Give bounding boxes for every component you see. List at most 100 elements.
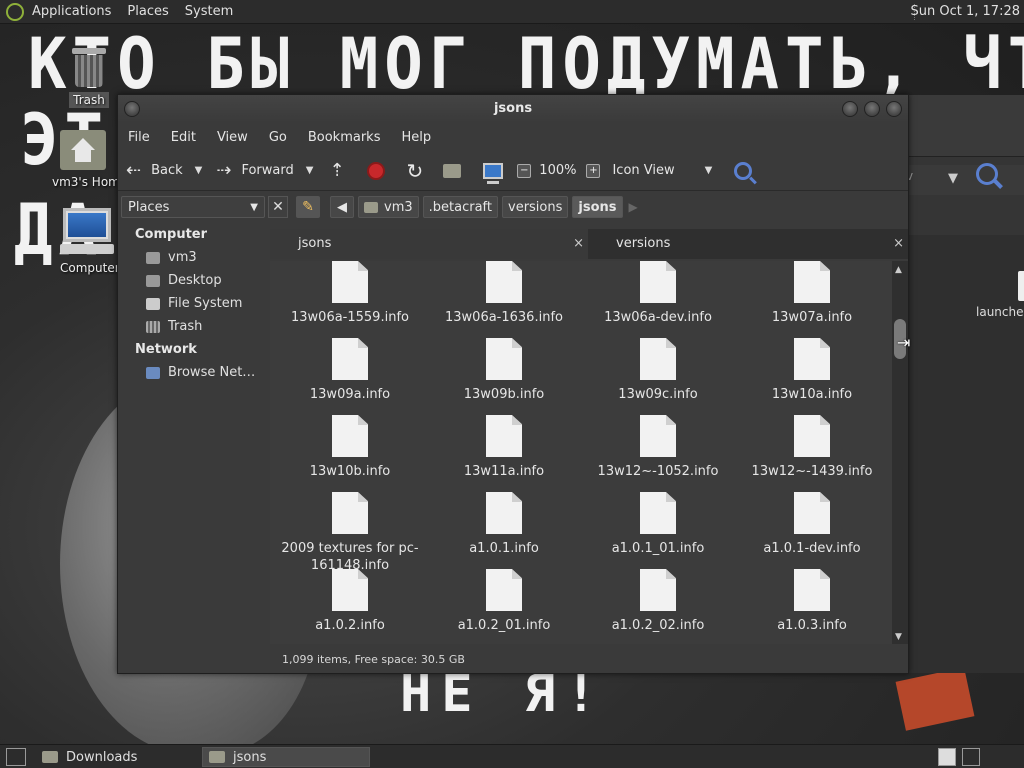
stop-icon[interactable] (366, 161, 385, 180)
workspace-2[interactable] (962, 748, 980, 766)
breadcrumb-scroll-right[interactable]: ▶ (629, 200, 638, 214)
places-menu[interactable]: Places (127, 4, 168, 19)
file-item[interactable]: 2009 textures for pc-161148.info (273, 492, 427, 574)
file-item[interactable]: 13w09a.info (273, 338, 427, 403)
close-icon[interactable]: × (893, 229, 904, 259)
document-icon (640, 492, 676, 534)
file-item[interactable]: a1.0.2.info (273, 569, 427, 634)
computer-icon[interactable] (483, 162, 504, 184)
reload-icon[interactable]: ↻ (407, 159, 424, 183)
window-body: Computer vm3 Desktop File System Trash N… (118, 223, 908, 673)
background-file-label[interactable]: launcher (976, 305, 1024, 319)
menu-bookmarks[interactable]: Bookmarks (308, 130, 381, 145)
document-icon (332, 415, 368, 457)
file-item[interactable]: 13w09b.info (427, 338, 581, 403)
breadcrumb-vm3[interactable]: vm3 (358, 196, 419, 218)
home-icon[interactable] (443, 163, 462, 178)
taskbar-item-label: jsons (233, 749, 267, 765)
sidebar-item-label: Desktop (168, 273, 222, 288)
file-item[interactable]: a1.0.2_02.info (581, 569, 735, 634)
forward-history-dropdown[interactable]: ▼ (306, 165, 314, 176)
zoom-out-icon[interactable]: − (517, 163, 532, 178)
menu-file[interactable]: File (128, 130, 150, 145)
file-item[interactable]: 13w10b.info (273, 415, 427, 480)
breadcrumb-label: vm3 (384, 199, 413, 215)
scroll-up-arrow[interactable]: ▲ (895, 265, 902, 275)
vertical-scrollbar[interactable]: ▲ ▼ (892, 261, 908, 644)
up-arrow-icon[interactable]: ⇡ (329, 160, 344, 181)
file-item[interactable]: a1.0.2_01.info (427, 569, 581, 634)
menu-go[interactable]: Go (269, 130, 287, 145)
desktop-icon-home[interactable]: vm3's Home (48, 130, 127, 190)
file-item[interactable]: a1.0.3.info (735, 569, 889, 634)
show-desktop-icon[interactable] (6, 748, 26, 766)
desktop-icon-computer[interactable]: Computer (56, 206, 120, 276)
desktop-icon-trash[interactable]: Trash (62, 46, 116, 108)
sidebar-item-vm3[interactable]: vm3 (118, 246, 268, 269)
window-titlebar[interactable]: jsons (118, 95, 908, 123)
tab-versions[interactable]: versions × (588, 229, 908, 259)
breadcrumb-versions[interactable]: versions (502, 196, 569, 218)
home-folder-icon (364, 201, 378, 213)
file-name: 13w12~-1052.info (597, 464, 719, 479)
sidebar-item-trash[interactable]: Trash (118, 315, 268, 338)
breadcrumb-scroll-left[interactable]: ◀ (330, 196, 354, 218)
tab-jsons[interactable]: jsons × (270, 229, 588, 259)
menu-view[interactable]: View (217, 130, 248, 145)
file-item[interactable]: 13w10a.info (735, 338, 889, 403)
file-item[interactable]: a1.0.1.info (427, 492, 581, 557)
distro-logo-icon[interactable] (6, 2, 24, 21)
sidebar-item-file-system[interactable]: File System (118, 292, 268, 315)
file-item[interactable]: 13w11a.info (427, 415, 581, 480)
file-item[interactable]: 13w06a-dev.info (581, 261, 735, 326)
sidebar-pane-select[interactable]: Places ▼ (121, 196, 265, 218)
applications-menu[interactable]: Applications (32, 4, 111, 19)
file-item[interactable]: 13w06a-1636.info (427, 261, 581, 326)
breadcrumb-jsons[interactable]: jsons (572, 196, 623, 218)
search-icon[interactable] (734, 161, 753, 180)
close-icon[interactable]: × (573, 229, 584, 259)
taskbar-item-downloads[interactable]: Downloads (36, 747, 200, 767)
back-history-dropdown[interactable]: ▼ (195, 165, 203, 176)
document-icon (794, 492, 830, 534)
background-view-mode-dropdown[interactable]: ▼ (948, 171, 958, 186)
view-mode-select[interactable]: Icon View (612, 163, 674, 178)
file-item[interactable]: a1.0.1_01.info (581, 492, 735, 557)
background-window[interactable]: v ▼ launcher (905, 95, 1024, 673)
toolbar: ⇠ Back ▼ ⇢ Forward ▼ ⇡ ↻ − 100% + Icon V… (118, 151, 908, 191)
clock[interactable]: Sun Oct 1, 17:28 (911, 4, 1020, 19)
minimize-button[interactable] (842, 101, 858, 117)
file-item[interactable]: 13w12~-1052.info (581, 415, 735, 480)
menu-help[interactable]: Help (401, 130, 431, 145)
file-item[interactable]: 13w12~-1439.info (735, 415, 889, 480)
window-menu-button[interactable] (124, 101, 140, 117)
forward-button[interactable]: ⇢ Forward (216, 160, 293, 181)
sidebar-item-browse-network[interactable]: Browse Net… (118, 361, 268, 384)
background-file-icon[interactable] (1018, 271, 1024, 301)
toggle-location-entry-button[interactable]: ✎ (296, 196, 320, 218)
back-button[interactable]: ⇠ Back (126, 160, 183, 181)
menu-edit[interactable]: Edit (171, 130, 196, 145)
zoom-in-icon[interactable]: + (586, 163, 601, 178)
file-item[interactable]: 13w09c.info (581, 338, 735, 403)
file-item[interactable]: a1.0.1-dev.info (735, 492, 889, 557)
document-icon (640, 415, 676, 457)
file-item[interactable]: 13w07a.info (735, 261, 889, 326)
taskbar-item-jsons[interactable]: jsons (202, 747, 370, 767)
maximize-button[interactable] (864, 101, 880, 117)
scroll-down-arrow[interactable]: ▼ (895, 632, 902, 642)
breadcrumb-betacraft[interactable]: .betacraft (422, 196, 498, 218)
workspace-1[interactable] (938, 748, 956, 766)
document-icon (486, 415, 522, 457)
file-item[interactable]: 13w06a-1559.info (273, 261, 427, 326)
close-sidebar-button[interactable]: ✕ (268, 196, 288, 218)
view-mode-dropdown-arrow[interactable]: ▼ (705, 165, 713, 176)
desktop-icon-label: Trash (69, 92, 109, 108)
background-search-icon[interactable] (976, 163, 998, 185)
system-menu[interactable]: System (185, 4, 233, 19)
file-grid[interactable]: 13w06a-1559.info 13w06a-1636.info 13w06a-d… (270, 261, 892, 644)
sidebar-item-desktop[interactable]: Desktop (118, 269, 268, 292)
close-button[interactable] (886, 101, 902, 117)
file-name: a1.0.1-dev.info (763, 541, 861, 556)
file-name: 13w09a.info (309, 387, 391, 402)
